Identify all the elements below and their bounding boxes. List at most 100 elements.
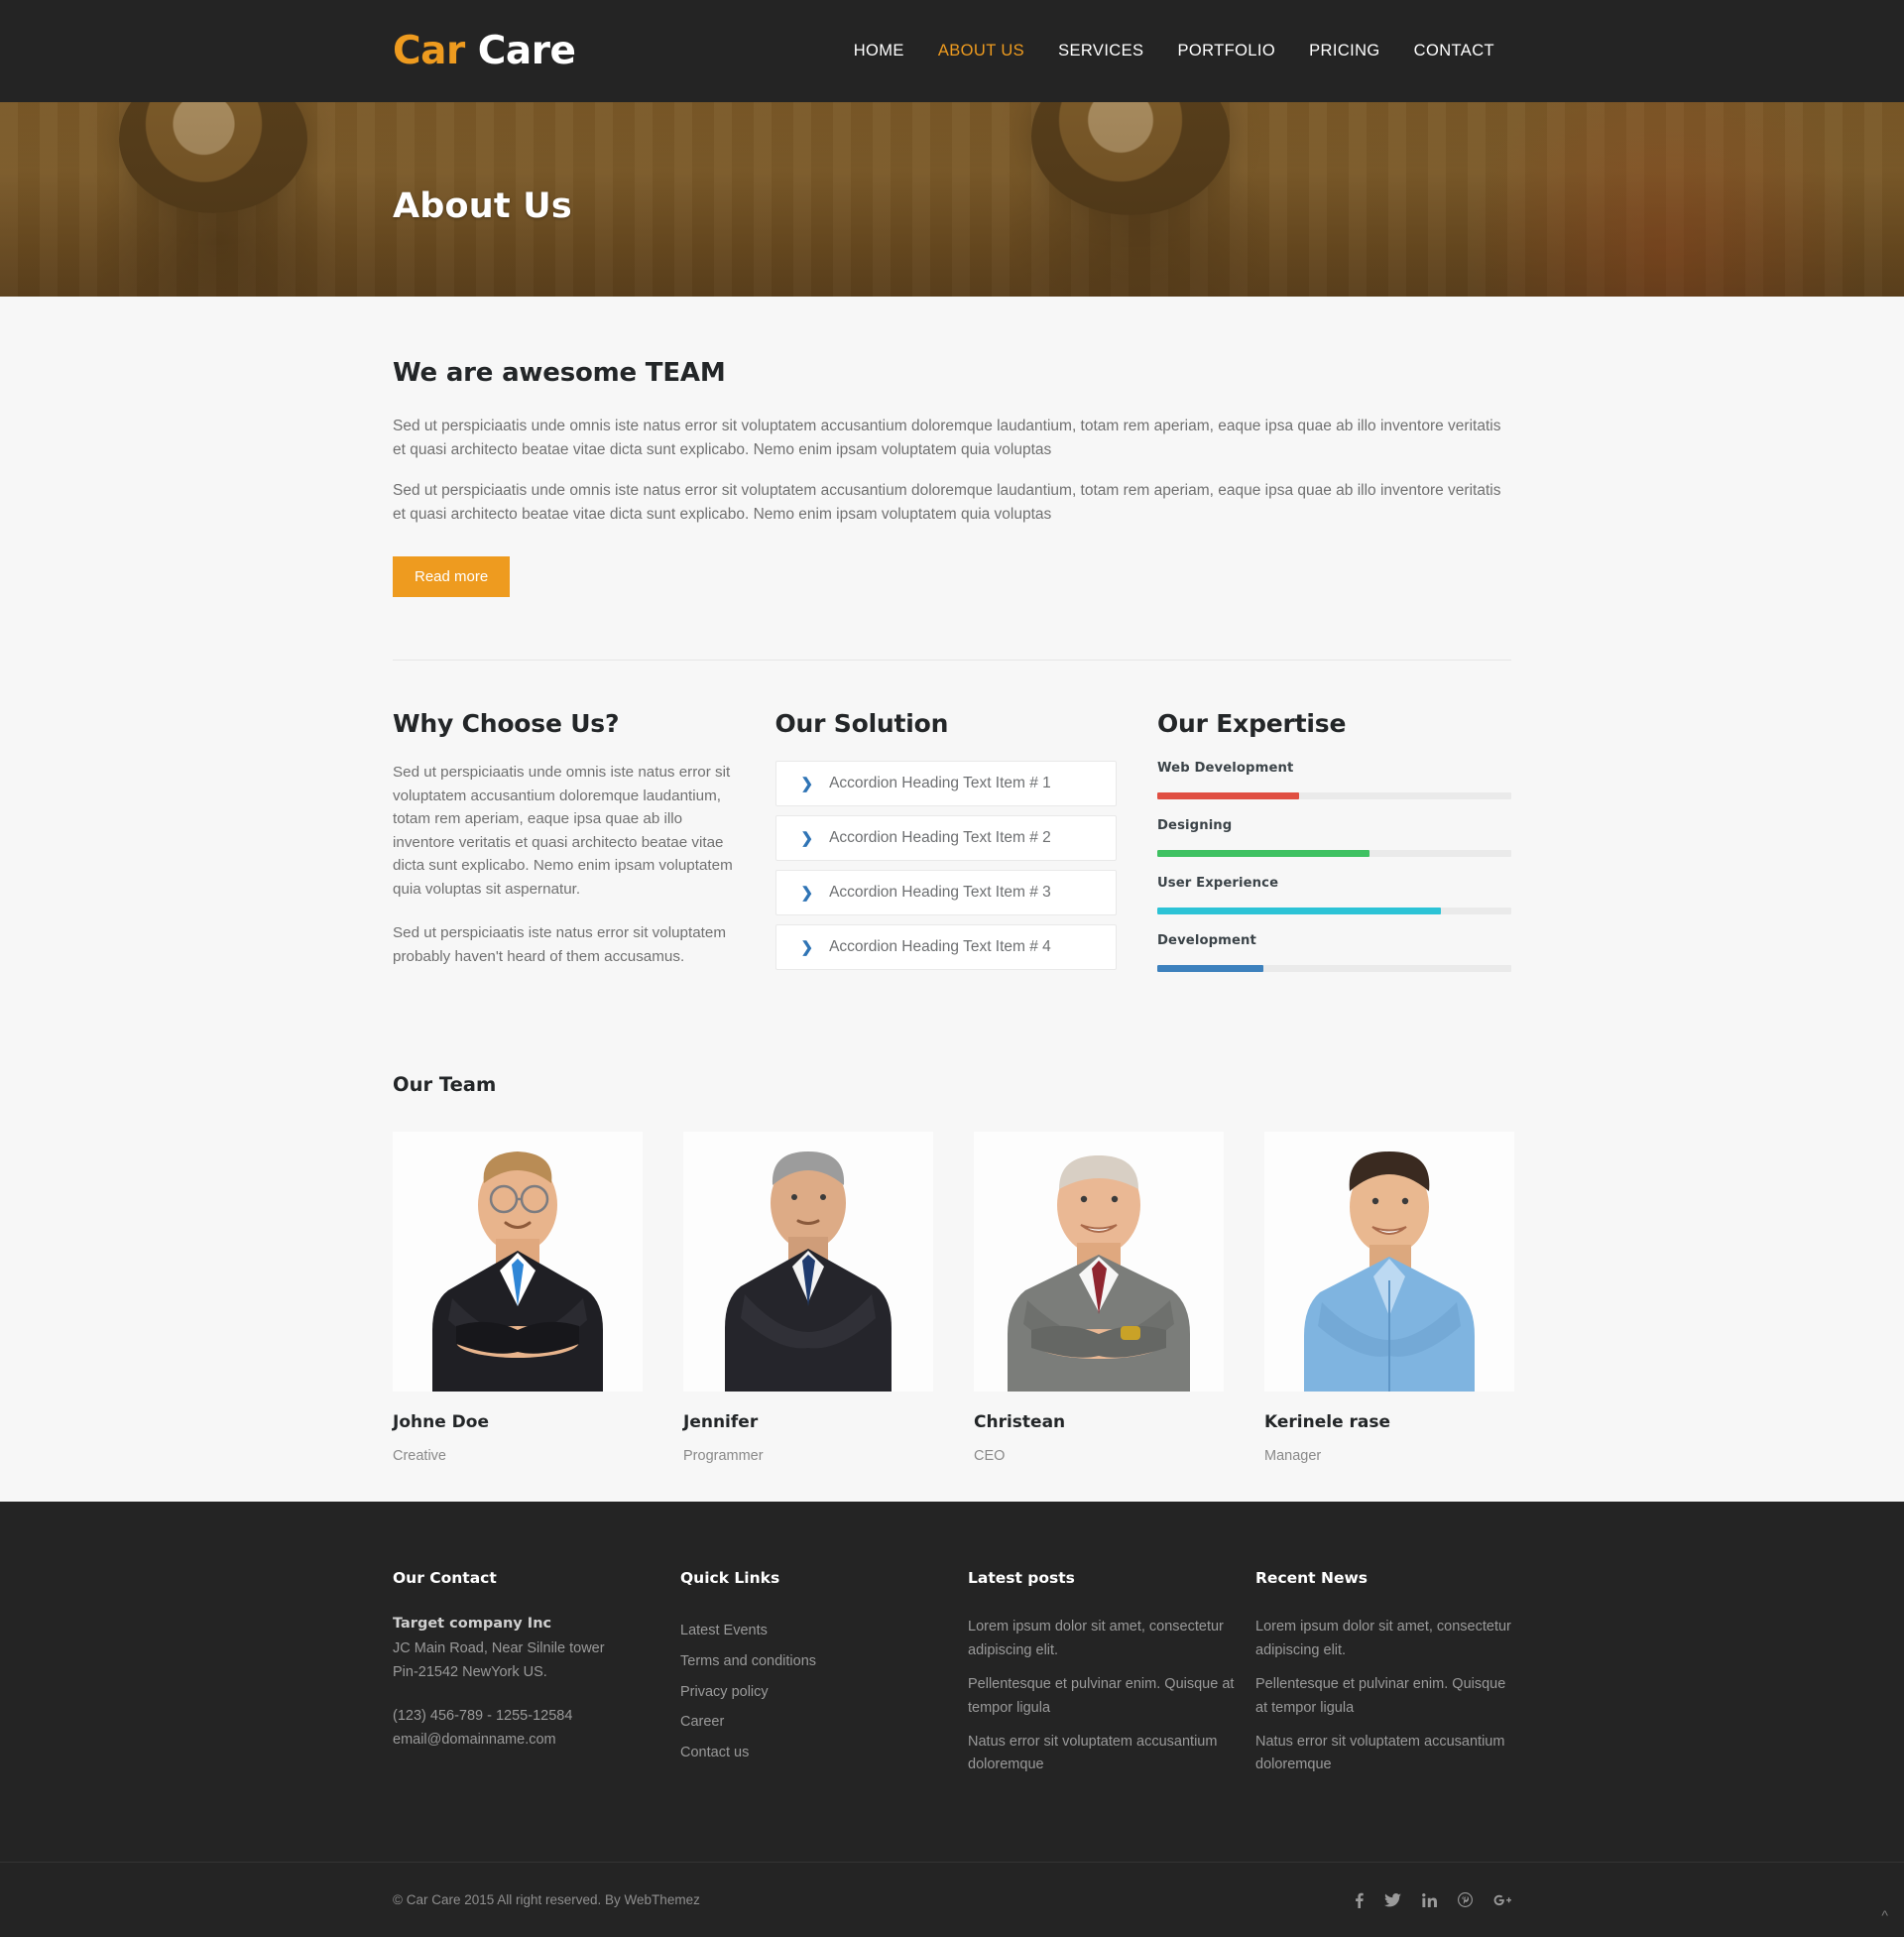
nav-item-home[interactable]: HOME (837, 42, 921, 61)
pinterest-icon[interactable] (1458, 1892, 1473, 1908)
accordion-item-2[interactable]: ❯ Accordion Heading Text Item # 2 (774, 815, 1117, 862)
our-expertise-column: Our Expertise Web Development Designing (1157, 709, 1511, 991)
section-divider (393, 660, 1511, 662)
footer-link-terms-and-conditions[interactable]: Terms and conditions (680, 1646, 968, 1677)
team-member-card[interactable]: Jennifer Programmer (683, 1132, 933, 1464)
our-expertise-heading: Our Expertise (1157, 709, 1347, 739)
our-team-section: Our Team Johne Doe Creative Jennifer Pro… (393, 1073, 1514, 1464)
team-member-photo (393, 1132, 643, 1393)
footer-link-latest-events[interactable]: Latest Events (680, 1616, 968, 1646)
team-member-role: Creative (393, 1448, 446, 1465)
scroll-to-top-icon[interactable]: ^ (1881, 1907, 1888, 1923)
skill-development-label: Development (1157, 933, 1256, 949)
intro-heading: We are awesome TEAM (393, 358, 726, 388)
accordion-item-3-label: Accordion Heading Text Item # 3 (829, 884, 1051, 902)
footer-latest-post-2[interactable]: Pellentesque et pulvinar enim. Quisque a… (968, 1673, 1255, 1720)
footer-recent-news-heading: Recent News (1255, 1569, 1368, 1588)
nav-item-portfolio[interactable]: PORTFOLIO (1160, 42, 1292, 61)
team-member-name: Kerinele rase (1264, 1412, 1391, 1433)
footer-recent-news-1[interactable]: Lorem ipsum dolor sit amet, consectetur … (1255, 1616, 1511, 1662)
footer-quick-links-column: Quick Links Latest Events Terms and cond… (680, 1569, 968, 1788)
footer-company-name: Target company Inc (393, 1616, 552, 1633)
team-member-role: Manager (1264, 1448, 1322, 1465)
team-member-card[interactable]: Johne Doe Creative (393, 1132, 643, 1464)
footer-link-career[interactable]: Career (680, 1707, 968, 1738)
team-member-role: Programmer (683, 1448, 764, 1465)
intro-paragraph-1: Sed ut perspiciaatis unde omnis iste nat… (393, 418, 1501, 459)
page-banner: About Us (0, 102, 1904, 297)
skill-development: Development (1157, 933, 1511, 973)
footer-link-privacy-policy[interactable]: Privacy policy (680, 1677, 968, 1708)
team-member-role: CEO (974, 1448, 1006, 1465)
team-member-photo (974, 1132, 1224, 1393)
skill-web-development-track (1157, 792, 1511, 800)
skill-designing-label: Designing (1157, 818, 1233, 834)
copyright-text: © Car Care 2015 All right reserved. By W… (393, 1892, 700, 1908)
accordion-item-3[interactable]: ❯ Accordion Heading Text Item # 3 (774, 870, 1117, 916)
footer-link-contact-us[interactable]: Contact us (680, 1738, 968, 1768)
facebook-icon[interactable] (1355, 1892, 1364, 1908)
team-member-name: Christean (974, 1412, 1066, 1433)
team-member-photo (1264, 1132, 1514, 1393)
googleplus-icon[interactable] (1493, 1893, 1511, 1907)
our-team-heading: Our Team (393, 1073, 497, 1097)
social-links (1355, 1892, 1511, 1908)
footer-latest-post-3[interactable]: Natus error sit voluptatem accusantium d… (968, 1731, 1255, 1777)
accordion-item-2-label: Accordion Heading Text Item # 2 (829, 829, 1051, 847)
chevron-right-icon: ❯ (800, 775, 814, 792)
why-choose-us-paragraph-1: Sed ut perspiciaatis unde omnis iste nat… (393, 764, 733, 898)
footer-contact-column: Our Contact Target company Inc JC Main R… (393, 1569, 680, 1788)
team-member-name: Jennifer (683, 1412, 759, 1433)
nav-item-contact[interactable]: CONTACT (1397, 42, 1511, 61)
accordion-item-1-label: Accordion Heading Text Item # 1 (829, 775, 1051, 792)
why-choose-us-column: Why Choose Us? Sed ut perspiciaatis unde… (393, 709, 734, 991)
skill-web-development: Web Development (1157, 761, 1511, 800)
footer-latest-posts-heading: Latest posts (968, 1569, 1075, 1588)
accordion-item-4[interactable]: ❯ Accordion Heading Text Item # 4 (774, 924, 1117, 971)
why-choose-us-paragraph-2: Sed ut perspiciaatis iste natus error si… (393, 924, 726, 965)
skill-web-development-label: Web Development (1157, 761, 1294, 777)
accordion-item-4-label: Accordion Heading Text Item # 4 (829, 938, 1051, 956)
nav-item-about-us[interactable]: ABOUT US (921, 42, 1041, 61)
skill-user-experience-track (1157, 908, 1511, 915)
skill-development-track (1157, 965, 1511, 973)
why-choose-us-heading: Why Choose Us? (393, 709, 620, 739)
site-header: Car Care HOME ABOUT US SERVICES PORTFOLI… (0, 0, 1904, 102)
accordion-item-1[interactable]: ❯ Accordion Heading Text Item # 1 (774, 761, 1117, 807)
footer-recent-news-2[interactable]: Pellentesque et pulvinar enim. Quisque a… (1255, 1673, 1511, 1720)
footer-quick-links-heading: Quick Links (680, 1569, 780, 1588)
chevron-right-icon: ❯ (800, 884, 814, 902)
logo-accent-text: Car (393, 29, 465, 73)
twitter-icon[interactable] (1384, 1892, 1401, 1907)
skill-designing-fill (1157, 850, 1370, 858)
team-member-name: Johne Doe (393, 1412, 489, 1433)
read-more-button[interactable]: Read more (393, 556, 511, 598)
chevron-right-icon: ❯ (800, 829, 814, 847)
three-column-section: Why Choose Us? Sed ut perspiciaatis unde… (393, 709, 1511, 991)
chevron-right-icon: ❯ (800, 938, 814, 956)
skill-user-experience-label: User Experience (1157, 876, 1279, 892)
site-footer: Our Contact Target company Inc JC Main R… (0, 1502, 1904, 1937)
page-title: About Us (393, 186, 572, 226)
team-member-card[interactable]: Christean CEO (974, 1132, 1224, 1464)
footer-recent-news-column: Recent News Lorem ipsum dolor sit amet, … (1255, 1569, 1511, 1788)
skill-user-experience-fill (1157, 908, 1441, 915)
logo-rest-text: Care (477, 29, 576, 73)
footer-address-line-1: JC Main Road, Near Silnile tower (393, 1640, 605, 1657)
footer-latest-post-1[interactable]: Lorem ipsum dolor sit amet, consectetur … (968, 1616, 1255, 1662)
intro-paragraph-2: Sed ut perspiciaatis unde omnis iste nat… (393, 482, 1501, 524)
footer-bottom-bar: © Car Care 2015 All right reserved. By W… (0, 1861, 1904, 1937)
nav-item-pricing[interactable]: PRICING (1292, 42, 1397, 61)
linkedin-icon[interactable] (1422, 1892, 1437, 1907)
site-logo[interactable]: Car Care (393, 29, 576, 73)
nav-item-services[interactable]: SERVICES (1041, 42, 1160, 61)
footer-email[interactable]: email@domainname.com (393, 1729, 680, 1752)
footer-phone[interactable]: (123) 456-789 - 1255-12584 (393, 1705, 680, 1728)
skill-designing-track (1157, 850, 1511, 858)
page-root: Car Care HOME ABOUT US SERVICES PORTFOLI… (0, 0, 1904, 1937)
team-member-card[interactable]: Kerinele rase Manager (1264, 1132, 1514, 1464)
footer-recent-news-3[interactable]: Natus error sit voluptatem accusantium d… (1255, 1731, 1511, 1777)
skill-web-development-fill (1157, 792, 1299, 800)
team-member-photo (683, 1132, 933, 1393)
our-solution-column: Our Solution ❯ Accordion Heading Text It… (774, 709, 1117, 991)
